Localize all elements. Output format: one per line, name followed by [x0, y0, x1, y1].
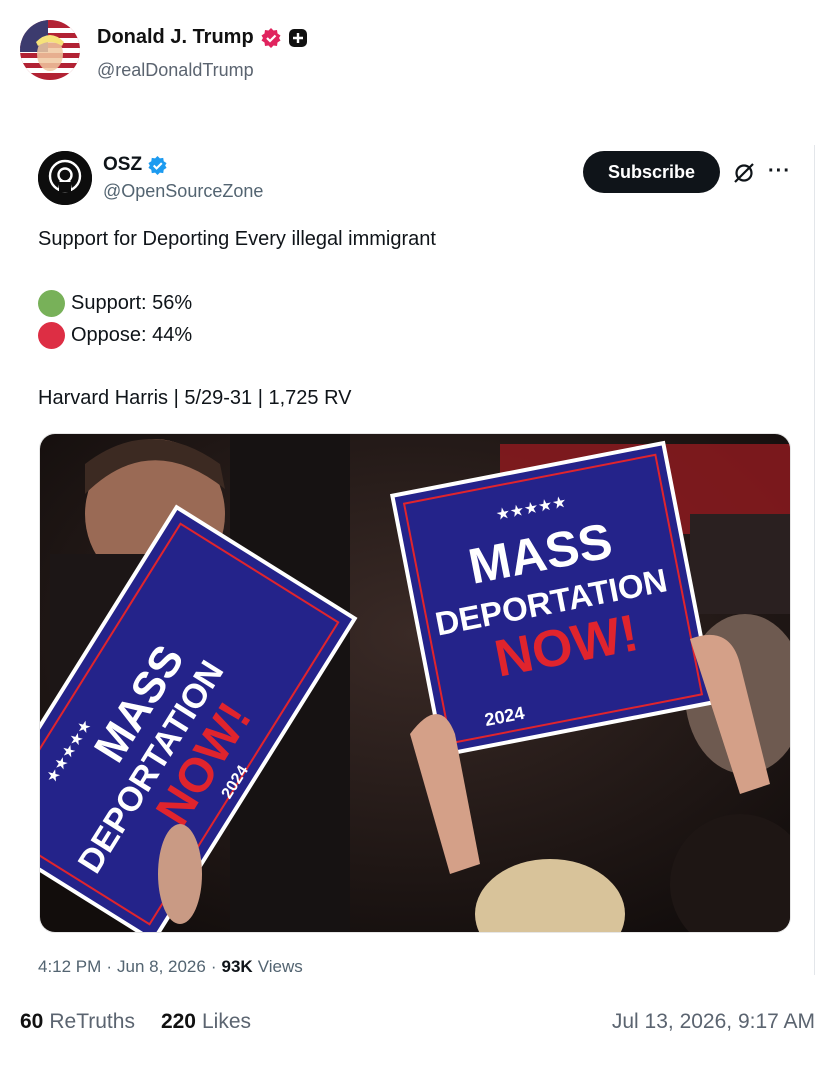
- outer-avatar[interactable]: [20, 20, 80, 80]
- open-source-logo-icon: [38, 151, 92, 205]
- inner-display-name[interactable]: OSZ: [103, 154, 142, 176]
- inner-name-row: OSZ: [103, 154, 168, 176]
- red-circle-icon: [38, 322, 65, 349]
- blue-check-icon: [148, 155, 167, 175]
- support-text: Support: 56%: [71, 292, 193, 314]
- embed-border: [814, 145, 815, 975]
- tweet-meta: 4:12 PM · Jun 8, 2026 · 93K Views: [38, 957, 303, 977]
- retruths-label[interactable]: ReTruths: [49, 1010, 135, 1034]
- meta-separator: ·: [210, 957, 217, 976]
- support-row: Support: 56%: [38, 290, 192, 317]
- tweet-time[interactable]: 4:12 PM: [38, 957, 101, 977]
- views-label: Views: [257, 957, 303, 976]
- post-timestamp: Jul 13, 2026, 9:17 AM: [611, 1010, 815, 1033]
- meta-separator: ·: [106, 957, 112, 976]
- plus-badge-icon: [288, 28, 307, 47]
- tweet-date[interactable]: Jun 8, 2026: [117, 957, 206, 977]
- likes-count[interactable]: 220: [161, 1010, 196, 1034]
- grok-icon[interactable]: [732, 161, 756, 185]
- post-stats: 60 ReTruths 220 Likes: [20, 1010, 251, 1034]
- views-count: 93K: [221, 957, 253, 976]
- outer-name-row: Donald J. Trump: [97, 26, 308, 49]
- tweet-headline: Support for Deporting Every illegal immi…: [38, 228, 436, 250]
- oppose-text: Oppose: 44%: [71, 324, 193, 346]
- likes-label[interactable]: Likes: [202, 1010, 251, 1034]
- verified-badge-icon: [261, 27, 281, 48]
- avatar-flag-portrait: [20, 20, 80, 80]
- subscribe-button[interactable]: Subscribe: [583, 151, 720, 193]
- poll-source: Harvard Harris | 5/29-31 | 1,725 RV: [38, 387, 352, 409]
- outer-handle[interactable]: @realDonaldTrump: [97, 60, 254, 81]
- inner-handle[interactable]: @OpenSourceZone: [103, 181, 263, 202]
- more-options-icon[interactable]: ···: [768, 160, 791, 183]
- green-circle-icon: [38, 290, 65, 317]
- outer-display-name[interactable]: Donald J. Trump: [97, 26, 254, 49]
- oppose-row: Oppose: 44%: [38, 322, 192, 349]
- tweet-photo[interactable]: ★★★★★ MASS DEPORTATION NOW! 2024 ★★★★★ M…: [39, 433, 791, 933]
- retruths-count[interactable]: 60: [20, 1010, 43, 1034]
- rally-photo: ★★★★★ MASS DEPORTATION NOW! 2024 ★★★★★ M…: [40, 434, 790, 932]
- inner-avatar[interactable]: [38, 151, 92, 205]
